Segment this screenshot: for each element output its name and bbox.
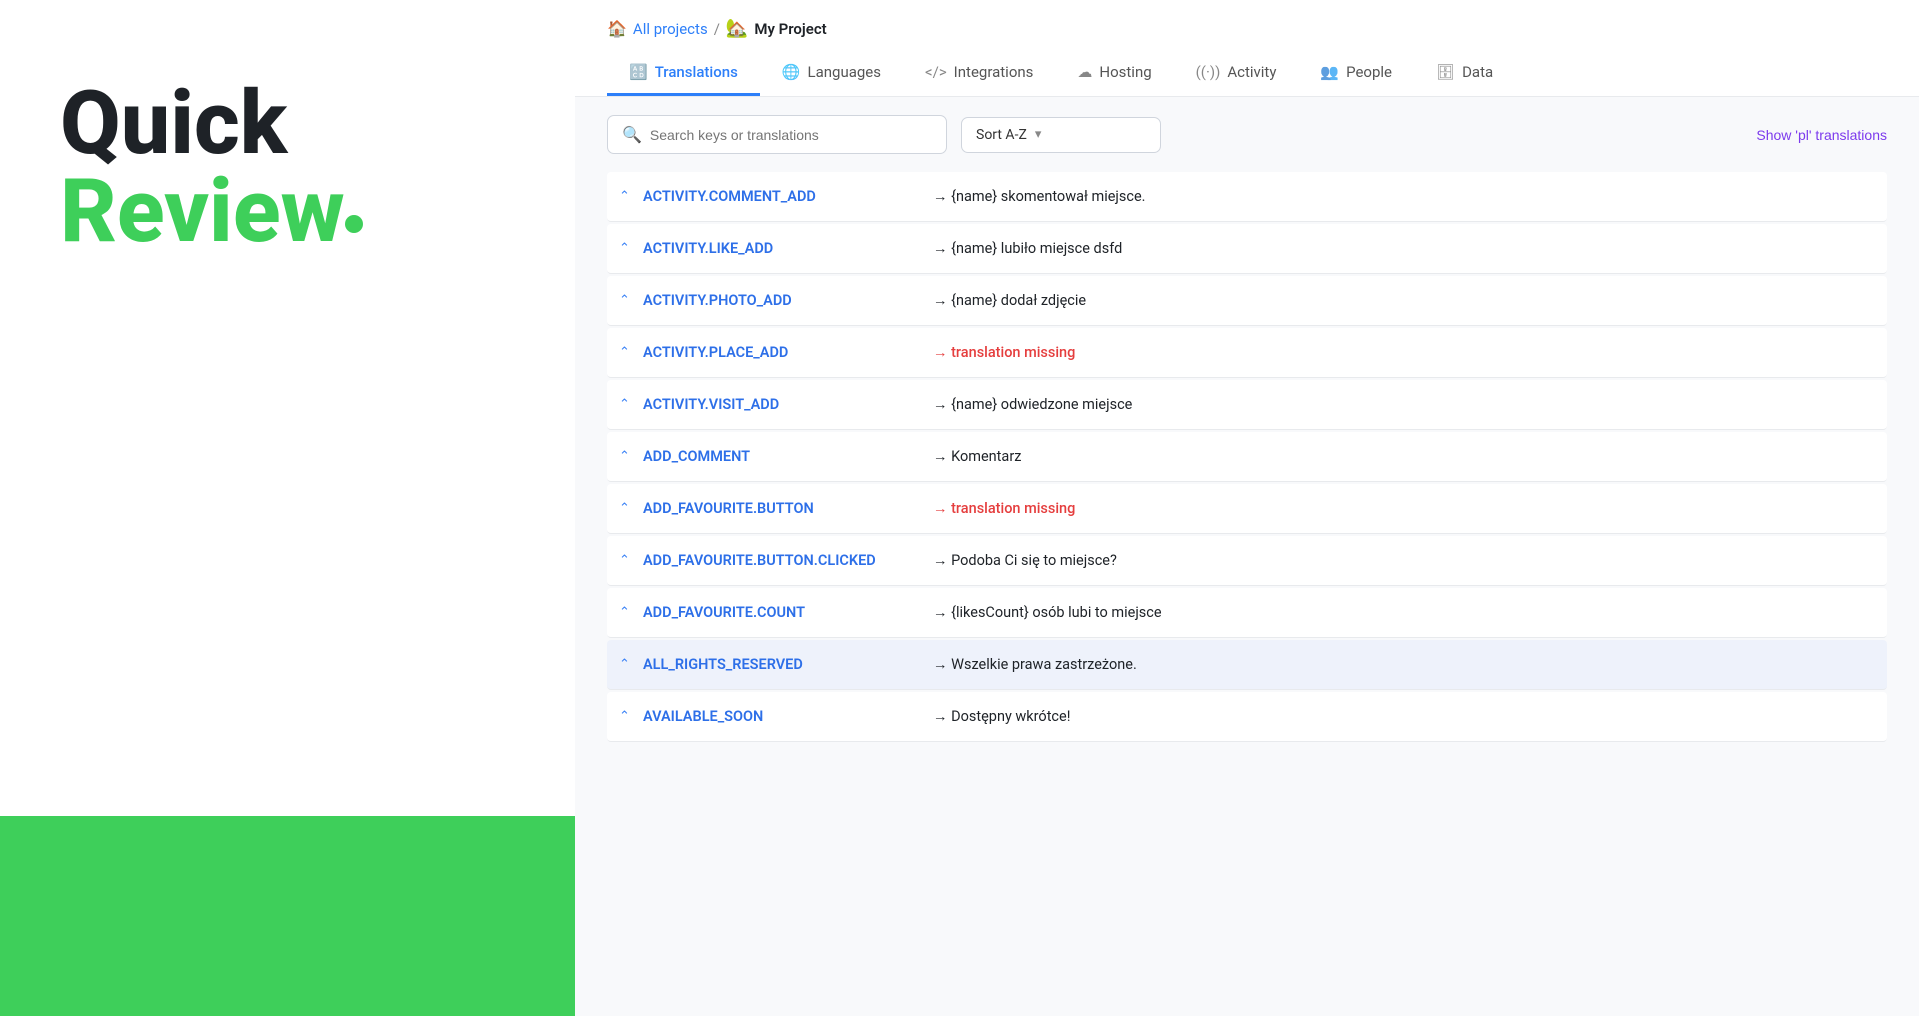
translation-value: → Podoba Ci się to miejsce? — [933, 552, 1117, 569]
quick-label: Quick — [60, 80, 515, 168]
toolbar: 🔍 Sort A-Z ▾ Show 'pl' translations — [575, 97, 1919, 172]
table-row[interactable]: ⌃ AVAILABLE_SOON → Dostępny wkrótce! — [607, 692, 1887, 742]
table-row[interactable]: ⌃ ACTIVITY.PLACE_ADD → translation missing — [607, 328, 1887, 378]
translation-value: → {likesCount} osób lubi to miejsce — [933, 604, 1162, 621]
translation-key: ACTIVITY.COMMENT_ADD — [643, 188, 923, 205]
integrations-tab-icon: </> — [925, 63, 947, 81]
search-box: 🔍 — [607, 115, 947, 154]
translation-value: → {name} lubiło miejsce dsfd — [933, 240, 1122, 257]
chevron-down-icon: ▾ — [1035, 127, 1042, 142]
tab-hosting[interactable]: ☁ Hosting — [1055, 53, 1173, 96]
translation-value: → Dostępny wkrótce! — [933, 708, 1070, 725]
data-tab-label: Data — [1462, 63, 1493, 81]
table-row[interactable]: ⌃ ACTIVITY.LIKE_ADD → {name} lubiło miejsc… — [607, 224, 1887, 274]
translation-key: ALL_RIGHTS_RESERVED — [643, 656, 923, 673]
table-row[interactable]: ⌃ ADD_COMMENT → Komentarz — [607, 432, 1887, 482]
tab-languages[interactable]: 🌐 Languages — [760, 53, 903, 96]
tab-translations[interactable]: 🔠 Translations — [607, 53, 760, 96]
nav-tabs: 🔠 Translations 🌐 Languages </> Integrations ☁ H… — [607, 53, 1887, 96]
translation-key: ADD_FAVOURITE.COUNT — [643, 604, 923, 621]
project-icon: 🏡 — [726, 18, 748, 39]
languages-tab-icon: 🌐 — [782, 63, 801, 81]
translation-key: ADD_FAVOURITE.BUTTON — [643, 500, 923, 517]
translation-key: ACTIVITY.PLACE_ADD — [643, 344, 923, 361]
translations-tab-icon: 🔠 — [629, 63, 648, 81]
search-input[interactable] — [650, 127, 932, 143]
table-row[interactable]: ⌃ ADD_FAVOURITE.COUNT → {likesCount} osób … — [607, 588, 1887, 638]
chevron-up-icon: ⌃ — [619, 553, 633, 568]
activity-tab-label: Activity — [1227, 63, 1276, 81]
translation-key: ADD_FAVOURITE.BUTTON.CLICKED — [643, 552, 923, 569]
chevron-up-icon: ⌃ — [619, 345, 633, 360]
project-name: My Project — [754, 20, 826, 38]
translation-key: ACTIVITY.LIKE_ADD — [643, 240, 923, 257]
green-dot — [345, 215, 363, 233]
search-icon: 🔍 — [622, 125, 642, 144]
chevron-up-icon: ⌃ — [619, 241, 633, 256]
integrations-tab-label: Integrations — [954, 63, 1034, 81]
hosting-tab-icon: ☁ — [1077, 63, 1092, 81]
translation-value: → Komentarz — [933, 448, 1021, 465]
table-row[interactable]: ⌃ ACTIVITY.COMMENT_ADD → {name} skomentowa… — [607, 172, 1887, 222]
sort-label: Sort A-Z — [976, 127, 1027, 143]
tab-people[interactable]: 👥 People — [1298, 53, 1414, 96]
all-projects-link[interactable]: All projects — [633, 20, 708, 38]
table-row[interactable]: ⌃ ADD_FAVOURITE.BUTTON → translation missi… — [607, 484, 1887, 534]
translation-key: AVAILABLE_SOON — [643, 708, 923, 725]
chevron-up-icon: ⌃ — [619, 189, 633, 204]
breadcrumb: 🏠 All projects / 🏡 My Project — [607, 18, 1887, 39]
translation-key: ACTIVITY.VISIT_ADD — [643, 396, 923, 413]
translation-missing-badge: → translation missing — [933, 344, 1075, 361]
table-row[interactable]: ⌃ ACTIVITY.PHOTO_ADD → {name} dodał zdjęci… — [607, 276, 1887, 326]
green-bottom — [0, 816, 575, 1016]
data-tab-icon: 🗄 — [1436, 63, 1455, 81]
chevron-up-icon: ⌃ — [619, 709, 633, 724]
languages-tab-label: Languages — [808, 63, 882, 81]
chevron-up-icon: ⌃ — [619, 657, 633, 672]
home-icon: 🏠 — [607, 19, 627, 38]
translation-missing-badge: → translation missing — [933, 500, 1075, 517]
translation-key: ADD_COMMENT — [643, 448, 923, 465]
chevron-up-icon: ⌃ — [619, 501, 633, 516]
translations-tab-label: Translations — [655, 63, 738, 81]
show-translations-button[interactable]: Show 'pl' translations — [1756, 127, 1887, 143]
sort-dropdown[interactable]: Sort A-Z ▾ — [961, 117, 1161, 153]
translation-value: → Wszelkie prawa zastrzeżone. — [933, 656, 1137, 673]
left-text-block: Quick Review — [0, 0, 575, 336]
people-tab-label: People — [1346, 63, 1392, 81]
review-label: Review — [60, 168, 515, 256]
tab-data[interactable]: 🗄 Data — [1414, 53, 1515, 96]
translation-value: → {name} skomentował miejsce. — [933, 188, 1145, 205]
chevron-up-icon: ⌃ — [619, 293, 633, 308]
right-panel: 🏠 All projects / 🏡 My Project 🔠 Translati… — [575, 0, 1919, 1016]
chevron-up-icon: ⌃ — [619, 397, 633, 412]
translation-value: → {name} dodał zdjęcie — [933, 292, 1086, 309]
people-tab-icon: 👥 — [1320, 63, 1339, 81]
breadcrumb-separator: / — [714, 20, 720, 38]
hosting-tab-label: Hosting — [1099, 63, 1151, 81]
table-row[interactable]: ⌃ ALL_RIGHTS_RESERVED → Wszelkie prawa zas… — [607, 640, 1887, 690]
tab-integrations[interactable]: </> Integrations — [903, 53, 1055, 96]
table-row[interactable]: ⌃ ADD_FAVOURITE.BUTTON.CLICKED → Podoba Ci… — [607, 536, 1887, 586]
table-row[interactable]: ⌃ ACTIVITY.VISIT_ADD → {name} odwiedzone m… — [607, 380, 1887, 430]
chevron-up-icon: ⌃ — [619, 449, 633, 464]
translation-key: ACTIVITY.PHOTO_ADD — [643, 292, 923, 309]
activity-tab-icon: ((·)) — [1196, 63, 1221, 81]
translation-value: → {name} odwiedzone miejsce — [933, 396, 1132, 413]
header: 🏠 All projects / 🏡 My Project 🔠 Translati… — [575, 0, 1919, 97]
chevron-up-icon: ⌃ — [619, 605, 633, 620]
translation-list: ⌃ ACTIVITY.COMMENT_ADD → {name} skomentowa… — [575, 172, 1919, 1016]
tab-activity[interactable]: ((·)) Activity — [1174, 53, 1299, 96]
left-panel: Quick Review — [0, 0, 575, 1016]
